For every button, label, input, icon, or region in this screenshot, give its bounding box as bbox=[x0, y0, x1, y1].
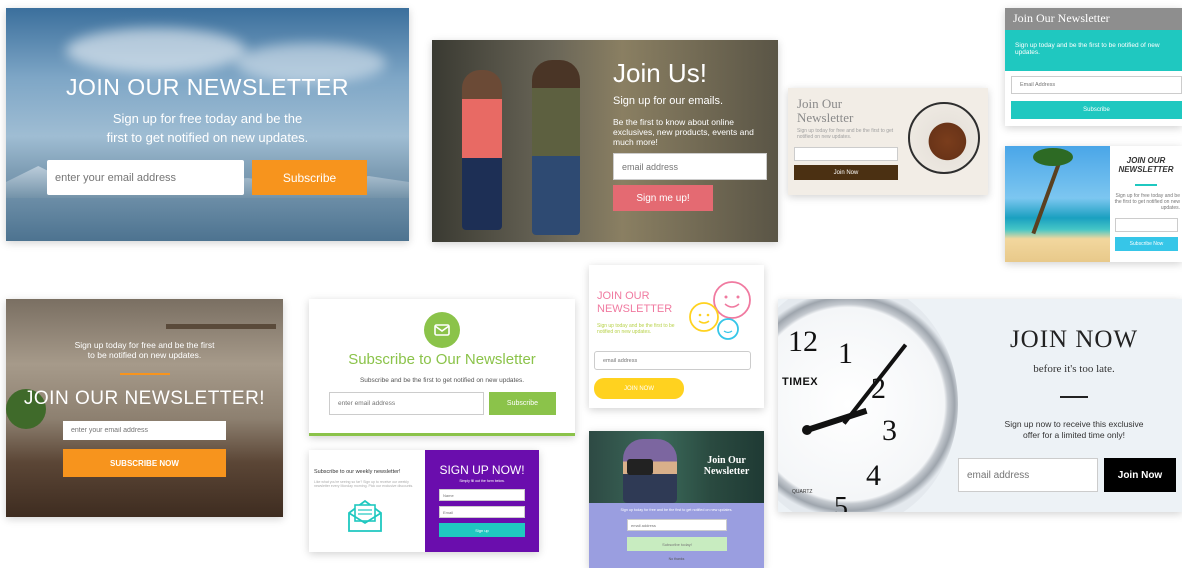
email-input[interactable] bbox=[63, 421, 226, 440]
email-input[interactable] bbox=[329, 392, 484, 415]
email-input[interactable] bbox=[439, 506, 525, 518]
left-body: Like what you're seeing so far? Sign up … bbox=[314, 480, 414, 488]
photo-boy-figure bbox=[532, 60, 580, 235]
subscribe-now-button[interactable]: Subscribe Now bbox=[1115, 237, 1178, 251]
newsletter-title-line2: Newsletter bbox=[797, 110, 854, 125]
newsletter-subtitle-line2: first to get notified on new updates. bbox=[106, 130, 309, 145]
newsletter-card-purple: Subscribe to our weekly newsletter! Like… bbox=[309, 450, 539, 552]
clock-numeral-5: 5 bbox=[834, 492, 848, 512]
title-divider bbox=[1060, 396, 1088, 398]
newsletter-title: Join Our Newsletter bbox=[1005, 8, 1182, 30]
email-input[interactable] bbox=[613, 153, 767, 180]
newsletter-title-line1: JOIN OUR bbox=[597, 290, 650, 302]
horse-image bbox=[908, 102, 980, 174]
newsletter-card-camera: Join Our Newsletter Sign up today for fr… bbox=[589, 431, 764, 568]
subtitle-line1: Sign up today for free and be the first bbox=[74, 340, 215, 350]
email-input[interactable] bbox=[594, 351, 751, 370]
email-input[interactable] bbox=[1115, 218, 1178, 232]
newsletter-card-bubbles: JOIN OUR NEWSLETTER Sign up today and be… bbox=[589, 265, 764, 408]
newsletter-body: Sign up today and be the first to be not… bbox=[597, 323, 675, 335]
signup-subtitle: Simply fill out the form below. bbox=[459, 479, 505, 483]
newsletter-title-line2: NEWSLETTER bbox=[597, 303, 673, 315]
clock-center bbox=[802, 425, 812, 435]
subtitle-line2: to be notified on new updates. bbox=[87, 350, 202, 360]
newsletter-card-green: Subscribe to Our Newsletter Subscribe an… bbox=[309, 299, 575, 436]
join-now-button[interactable]: Join Now bbox=[794, 165, 898, 180]
join-title: Join Us! bbox=[613, 58, 707, 88]
newsletter-title-line1: Join Our bbox=[707, 455, 746, 466]
clock-numeral-4: 4 bbox=[866, 459, 881, 492]
clock-numeral-1: 1 bbox=[838, 337, 853, 370]
newsletter-card-kitchen: Sign up today for free and be the first … bbox=[6, 299, 283, 517]
cloud-decoration bbox=[66, 28, 246, 73]
subscribe-now-button[interactable]: SUBSCRIBE NOW bbox=[63, 449, 226, 477]
email-input[interactable] bbox=[47, 160, 244, 195]
newsletter-body: Sign up today and be the first to be not… bbox=[1005, 30, 1182, 71]
shelf-decoration bbox=[166, 324, 276, 329]
newsletter-card-clock: 12 1 2 3 4 5 TIMEX QUARTZ JOIN NOW befor… bbox=[778, 299, 1182, 512]
mail-icon bbox=[424, 312, 460, 348]
subscribe-button[interactable]: Subscribe bbox=[1011, 101, 1182, 119]
join-now-subtitle: before it's too late. bbox=[1033, 363, 1115, 375]
title-divider bbox=[1135, 184, 1157, 186]
envelope-icon bbox=[345, 495, 385, 535]
email-input[interactable] bbox=[627, 519, 727, 531]
sign-up-button[interactable]: Sign up bbox=[439, 523, 525, 537]
newsletter-card-kids: Join Us! Sign up for our emails. Be the … bbox=[432, 40, 778, 242]
palm-tree-decoration bbox=[1031, 157, 1063, 235]
clock-numeral-3: 3 bbox=[882, 414, 897, 447]
newsletter-title: JOIN OUR NEWSLETTER bbox=[66, 74, 349, 100]
email-input[interactable] bbox=[794, 147, 898, 161]
newsletter-title-line1: JOIN OUR bbox=[1126, 156, 1166, 165]
no-thanks-link[interactable]: No thanks bbox=[589, 557, 764, 561]
clock-numeral-12: 12 bbox=[788, 325, 818, 358]
offer-text-line1: Sign up now to receive this exclusive bbox=[1004, 419, 1144, 429]
newsletter-card-teal: Join Our Newsletter Sign up today and be… bbox=[1005, 8, 1182, 126]
newsletter-title-line2: NEWSLETTER bbox=[1118, 165, 1174, 174]
brand-quartz: QUARTZ bbox=[792, 489, 813, 495]
subscribe-button[interactable]: Subscribe bbox=[489, 392, 556, 415]
photo-girl-figure bbox=[462, 70, 502, 230]
subscribe-button[interactable]: Subscribe bbox=[252, 160, 367, 195]
newsletter-body: Sign up for free today and be the first … bbox=[1114, 193, 1180, 211]
newsletter-subtitle-line1: Sign up for free today and be the bbox=[112, 111, 303, 126]
title-divider bbox=[120, 373, 170, 375]
name-input[interactable] bbox=[439, 489, 525, 501]
left-title: Subscribe to our weekly newsletter! bbox=[314, 469, 401, 475]
palm-leaves-decoration bbox=[1033, 148, 1073, 166]
newsletter-title: Subscribe to Our Newsletter bbox=[348, 351, 536, 368]
brand-timex: TIMEX bbox=[782, 376, 819, 388]
join-subtitle: Sign up for our emails. bbox=[613, 95, 724, 107]
newsletter-body: Subscribe and be the first to get notifi… bbox=[359, 377, 525, 384]
newsletter-title-line2: Newsletter bbox=[703, 466, 750, 477]
email-input[interactable] bbox=[958, 458, 1098, 492]
email-input[interactable] bbox=[1011, 76, 1182, 94]
beach-image bbox=[1005, 146, 1110, 262]
join-body: Be the first to know about online exclus… bbox=[613, 117, 754, 147]
newsletter-card-horse: Join Our Newsletter Sign up today for fr… bbox=[788, 88, 988, 195]
signup-title: SIGN UP NOW! bbox=[439, 463, 525, 477]
newsletter-card-beach: JOIN OUR NEWSLETTER Sign up for free tod… bbox=[1005, 146, 1182, 262]
camera-icon bbox=[627, 459, 653, 475]
join-now-title: JOIN NOW bbox=[1009, 326, 1139, 353]
sign-me-up-button[interactable]: Sign me up! bbox=[613, 185, 713, 211]
newsletter-card-sky: JOIN OUR NEWSLETTER Sign up for free tod… bbox=[6, 8, 409, 241]
speech-bubbles-icon bbox=[686, 277, 761, 342]
newsletter-body: Sign up today for free and be the first … bbox=[620, 508, 733, 512]
subscribe-today-button[interactable]: Subscribe today! bbox=[627, 537, 727, 551]
offer-text-line2: offer for a limited time only! bbox=[1023, 430, 1125, 440]
newsletter-title: JOIN OUR NEWSLETTER! bbox=[23, 388, 266, 409]
join-now-button[interactable]: Join Now bbox=[1104, 458, 1176, 492]
join-now-button[interactable]: JOIN NOW bbox=[594, 378, 684, 399]
newsletter-body: Sign up today for free and be the first … bbox=[797, 128, 894, 140]
